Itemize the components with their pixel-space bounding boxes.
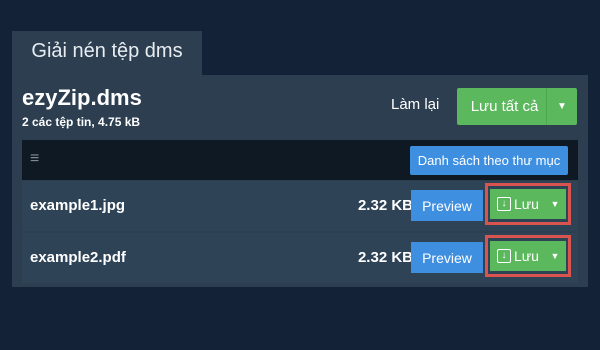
folder-list-view-button[interactable]: Danh sách theo thư mục xyxy=(410,146,568,175)
file-name: example2.pdf xyxy=(30,249,126,266)
file-name: example1.jpg xyxy=(30,197,126,214)
save-button-highlight: ↓ Lưu ▼ xyxy=(485,183,571,225)
save-file-button[interactable]: ↓ Lưu ▼ xyxy=(490,241,566,271)
save-all-button[interactable]: Lưu tất cả ▼ xyxy=(457,88,577,125)
save-label: Lưu xyxy=(514,196,539,212)
download-icon: ↓ xyxy=(497,249,511,263)
archive-panel: ezyZip.dms 2 các tệp tin, 4.75 kB Làm lạ… xyxy=(12,75,588,287)
save-button-highlight: ↓ Lưu ▼ xyxy=(485,235,571,277)
tab-title-text: Giải nén tệp dms xyxy=(31,40,183,62)
save-all-label: Lưu tất cả xyxy=(470,98,539,115)
save-file-button[interactable]: ↓ Lưu ▼ xyxy=(490,189,566,219)
caret-down-icon[interactable]: ▼ xyxy=(544,199,566,209)
download-icon: ↓ xyxy=(497,197,511,211)
hamburger-icon[interactable]: ≡ xyxy=(30,150,39,168)
caret-down-icon[interactable]: ▼ xyxy=(547,101,577,112)
file-row: example1.jpg 2.32 KB Preview ↓ Lưu ▼ xyxy=(22,181,578,231)
preview-button[interactable]: Preview xyxy=(411,242,483,273)
file-size: 2.32 KB xyxy=(357,249,413,266)
relist-link[interactable]: Làm lại xyxy=(391,96,439,113)
preview-button[interactable]: Preview xyxy=(411,190,483,221)
archive-meta: 2 các tệp tin, 4.75 kB xyxy=(22,115,141,129)
page-tab-title: Giải nén tệp dms xyxy=(12,31,202,76)
file-size: 2.32 KB xyxy=(357,197,413,214)
save-label: Lưu xyxy=(514,248,539,264)
file-row: example2.pdf 2.32 KB Preview ↓ Lưu ▼ xyxy=(22,233,578,283)
file-list-toolbar: ≡ Danh sách theo thư mục xyxy=(22,140,578,180)
archive-name: ezyZip.dms xyxy=(22,85,142,110)
caret-down-icon[interactable]: ▼ xyxy=(544,251,566,261)
